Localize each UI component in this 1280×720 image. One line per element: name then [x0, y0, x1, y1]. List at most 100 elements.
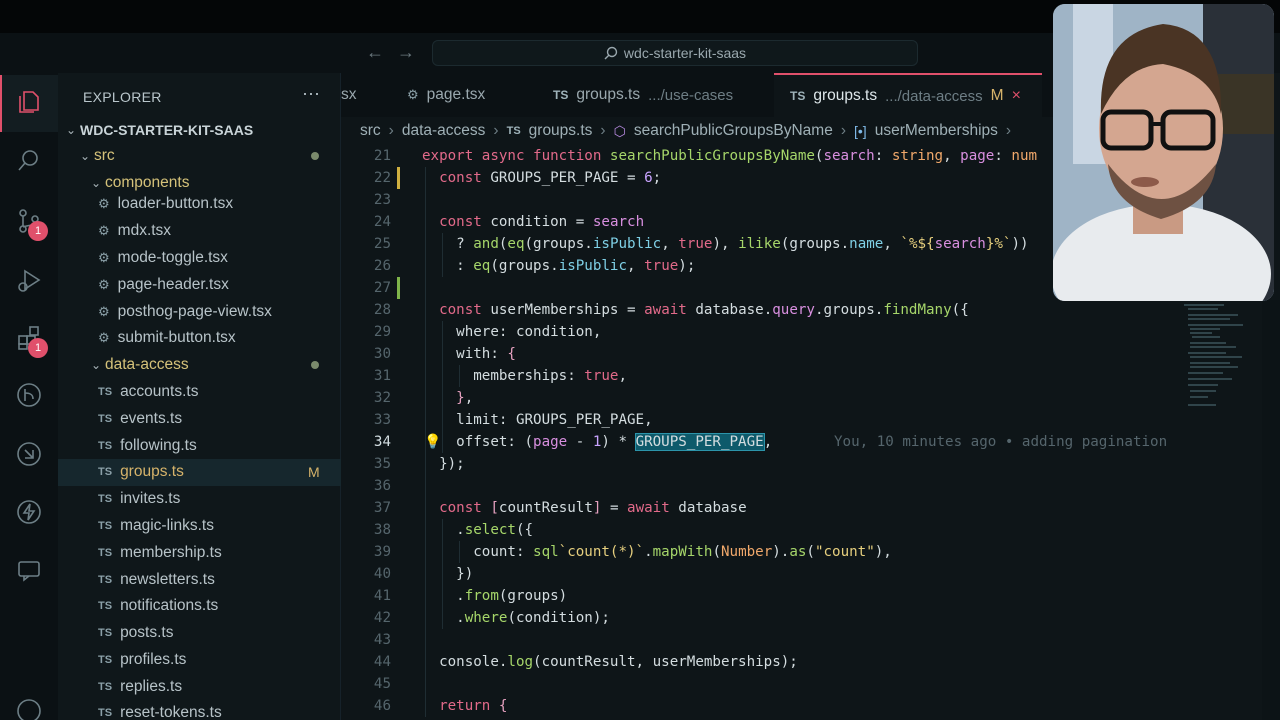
- breadcrumb-item[interactable]: userMemberships: [875, 122, 998, 140]
- file-item[interactable]: TS magic-links.ts: [58, 513, 341, 540]
- modified-badge: M: [308, 464, 320, 481]
- editor-tab-bar: sx ⚙ page.tsx TS groups.ts .../use-cases…: [341, 73, 1053, 117]
- modified-badge: M: [990, 87, 1004, 104]
- breadcrumb-item[interactable]: src: [360, 122, 381, 140]
- react-file-icon: ⚙: [98, 304, 110, 320]
- code-line: 42 .where(condition);: [373, 610, 610, 626]
- code-line: 29 where: condition,: [373, 324, 602, 340]
- code-line: 45: [373, 676, 391, 692]
- webcam-overlay: [1053, 4, 1274, 301]
- tab-groups-use-cases[interactable]: TS groups.ts .../use-cases: [553, 73, 733, 117]
- source-control-badge: 1: [28, 221, 48, 241]
- file-item[interactable]: TS following.ts: [58, 433, 341, 460]
- code-line: 36: [373, 478, 391, 494]
- close-icon[interactable]: ×: [1012, 87, 1021, 105]
- file-item[interactable]: TS newsletters.ts: [58, 567, 341, 594]
- code-line: 24 const condition = search: [373, 214, 645, 230]
- breadcrumb: src › data-access › TS groups.ts › ⬡ sea…: [360, 122, 1012, 140]
- file-item[interactable]: TS accounts.ts: [58, 379, 341, 406]
- code-line: 43: [373, 632, 391, 648]
- account-icon[interactable]: [14, 696, 44, 720]
- more-actions-button[interactable]: ···: [302, 83, 320, 104]
- code-line: 31 memberships: true,: [373, 368, 628, 384]
- code-line: 39 count: sql`count(*)`.mapWith(Number).…: [373, 544, 892, 560]
- code-line: 38 .select({: [373, 522, 534, 538]
- git-blame-annotation: You, 10 minutes ago • adding pagination: [834, 434, 1168, 450]
- activity-bar: 1 1: [0, 73, 58, 720]
- vertical-scrollbar[interactable]: [1262, 300, 1280, 720]
- variable-symbol-icon: [•]: [854, 123, 867, 139]
- tab-groups-data-access[interactable]: TS groups.ts .../data-access M ×: [774, 73, 1042, 117]
- code-line: 22 const GROUPS_PER_PAGE = 6;: [373, 170, 662, 186]
- file-item[interactable]: ⚙ submit-button.tsx: [58, 325, 341, 352]
- minimap[interactable]: [1180, 300, 1250, 420]
- code-line: 35 });: [373, 456, 465, 472]
- file-item[interactable]: ⚙ mdx.tsx: [58, 218, 341, 245]
- react-file-icon: ⚙: [98, 330, 110, 346]
- extensions-badge: 1: [28, 338, 48, 358]
- command-search-box[interactable]: wdc-starter-kit-saas: [432, 40, 918, 66]
- file-item[interactable]: TS events.ts: [58, 406, 341, 433]
- breadcrumb-item[interactable]: groups.ts: [529, 122, 593, 140]
- file-item[interactable]: ⚙ posthog-page-view.tsx: [58, 299, 341, 326]
- modified-dot: [311, 361, 319, 369]
- remote-explorer-icon[interactable]: [14, 439, 44, 469]
- file-item[interactable]: TS replies.ts: [58, 674, 341, 701]
- file-item[interactable]: TS reset-tokens.ts: [58, 700, 341, 720]
- chevron-down-icon: ⌄: [66, 123, 77, 138]
- explorer-title: EXPLORER: [83, 89, 162, 105]
- file-item[interactable]: TS invites.ts: [58, 486, 341, 513]
- file-item-selected[interactable]: TS groups.ts M: [58, 459, 341, 486]
- tab-partial[interactable]: sx: [341, 73, 357, 117]
- code-editor[interactable]: 21 export async function searchPublicGrou…: [341, 145, 1171, 720]
- code-line: 30 with: {: [373, 346, 516, 362]
- code-line: 27: [373, 280, 391, 296]
- code-line-current: 34 💡 offset: (page - 1) * GROUPS_PER_PAGE…: [341, 431, 1171, 453]
- code-line: 26 : eq(groups.isPublic, true);: [373, 258, 696, 274]
- function-symbol-icon: ⬡: [613, 122, 626, 139]
- chevron-down-icon: ⌄: [91, 176, 102, 191]
- code-line: 40 }): [373, 566, 474, 582]
- code-line: 46 return {: [373, 698, 508, 714]
- code-line: 37 const [countResult] = await database: [373, 500, 747, 516]
- explorer-files-icon[interactable]: [14, 87, 44, 117]
- react-file-icon: ⚙: [98, 223, 110, 239]
- back-arrow-icon[interactable]: ←: [366, 42, 384, 63]
- tab-page-tsx[interactable]: ⚙ page.tsx: [407, 73, 485, 117]
- chevron-down-icon: ⌄: [80, 149, 91, 164]
- file-item[interactable]: ⚙ page-header.tsx: [58, 272, 341, 299]
- run-debug-icon[interactable]: [14, 265, 44, 295]
- workspace-root-folder[interactable]: ⌄ WDC-STARTER-KIT-SAAS: [58, 117, 341, 144]
- file-item[interactable]: TS membership.ts: [58, 540, 341, 567]
- lightning-icon[interactable]: [14, 497, 44, 527]
- chat-icon[interactable]: [14, 555, 44, 585]
- file-item[interactable]: ⚙ mode-toggle.tsx: [58, 245, 341, 272]
- file-item[interactable]: TS profiles.ts: [58, 647, 341, 674]
- react-file-icon: ⚙: [98, 196, 110, 212]
- file-item[interactable]: ⚙ loader-button.tsx: [58, 191, 341, 218]
- chevron-down-icon: ⌄: [91, 358, 102, 373]
- explorer-sidebar: EXPLORER ··· ⌄ WDC-STARTER-KIT-SAAS ⌄ sr…: [58, 73, 341, 720]
- search-view-icon[interactable]: [14, 146, 44, 176]
- folder-src[interactable]: ⌄ src: [58, 143, 341, 170]
- breadcrumb-item[interactable]: searchPublicGroupsByName: [634, 122, 833, 140]
- react-file-icon: ⚙: [407, 87, 419, 102]
- folder-data-access[interactable]: ⌄ data-access: [58, 352, 341, 379]
- breadcrumb-item[interactable]: data-access: [402, 122, 486, 140]
- code-line: 32 },: [373, 390, 474, 406]
- code-line: 41 .from(groups): [373, 588, 568, 604]
- modified-dot: [311, 152, 319, 160]
- workspace-name: wdc-starter-kit-saas: [623, 45, 747, 61]
- code-line: 23: [373, 192, 391, 208]
- file-item[interactable]: TS posts.ts: [58, 620, 341, 647]
- react-file-icon: ⚙: [98, 250, 110, 266]
- search-icon: [604, 46, 618, 60]
- code-line: 25 ? and(eq(groups.isPublic, true), ilik…: [373, 236, 1029, 252]
- forward-arrow-icon[interactable]: →: [397, 42, 415, 63]
- code-line: 21 export async function searchPublicGrou…: [373, 148, 1038, 164]
- git-graph-icon[interactable]: [14, 380, 44, 410]
- file-item[interactable]: TS notifications.ts: [58, 593, 341, 620]
- code-line: 33 limit: GROUPS_PER_PAGE,: [373, 412, 653, 428]
- presenter-video-image: [1053, 4, 1274, 301]
- code-line: 44 console.log(countResult, userMembersh…: [373, 654, 798, 670]
